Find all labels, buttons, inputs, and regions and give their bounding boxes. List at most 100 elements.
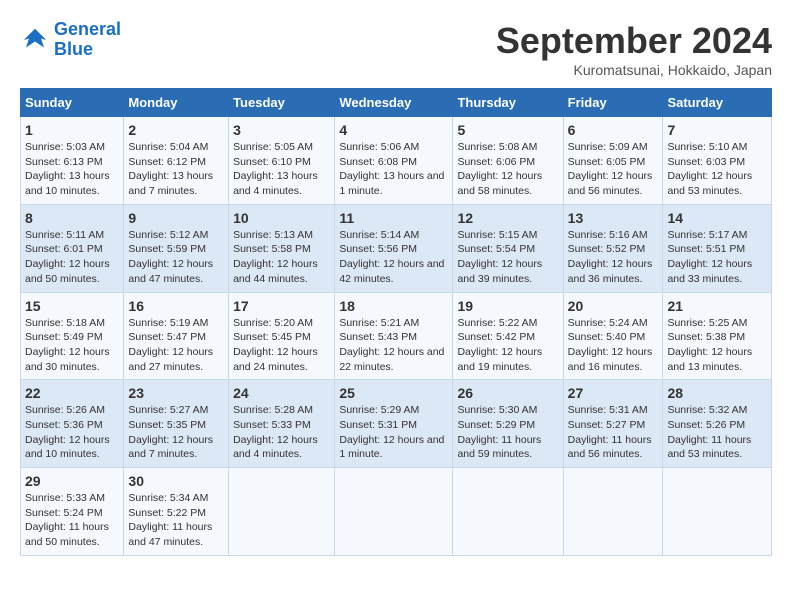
day-number: 4 — [339, 122, 448, 138]
calendar-cell: 2 Sunrise: 5:04 AMSunset: 6:12 PMDayligh… — [124, 117, 229, 205]
day-number: 2 — [128, 122, 224, 138]
day-info: Sunrise: 5:09 AMSunset: 6:05 PMDaylight:… — [568, 140, 659, 199]
day-info: Sunrise: 5:33 AMSunset: 5:24 PMDaylight:… — [25, 491, 119, 550]
day-info: Sunrise: 5:31 AMSunset: 5:27 PMDaylight:… — [568, 403, 659, 462]
day-info: Sunrise: 5:10 AMSunset: 6:03 PMDaylight:… — [667, 140, 767, 199]
calendar-table: Sunday Monday Tuesday Wednesday Thursday… — [20, 88, 772, 556]
day-number: 1 — [25, 122, 119, 138]
title-block: September 2024 Kuromatsunai, Hokkaido, J… — [496, 20, 772, 78]
day-number: 19 — [457, 298, 558, 314]
col-sunday: Sunday — [21, 89, 124, 117]
calendar-cell: 6 Sunrise: 5:09 AMSunset: 6:05 PMDayligh… — [563, 117, 663, 205]
day-info: Sunrise: 5:28 AMSunset: 5:33 PMDaylight:… — [233, 403, 330, 462]
day-number: 15 — [25, 298, 119, 314]
day-number: 21 — [667, 298, 767, 314]
day-number: 25 — [339, 385, 448, 401]
calendar-cell: 21 Sunrise: 5:25 AMSunset: 5:38 PMDaylig… — [663, 292, 772, 380]
calendar-row: 1 Sunrise: 5:03 AMSunset: 6:13 PMDayligh… — [21, 117, 772, 205]
day-number: 6 — [568, 122, 659, 138]
calendar-cell: 11 Sunrise: 5:14 AMSunset: 5:56 PMDaylig… — [335, 204, 453, 292]
day-info: Sunrise: 5:12 AMSunset: 5:59 PMDaylight:… — [128, 228, 224, 287]
logo-icon — [20, 25, 50, 55]
day-number: 14 — [667, 210, 767, 226]
calendar-cell: 16 Sunrise: 5:19 AMSunset: 5:47 PMDaylig… — [124, 292, 229, 380]
day-number: 23 — [128, 385, 224, 401]
day-number: 10 — [233, 210, 330, 226]
day-info: Sunrise: 5:11 AMSunset: 6:01 PMDaylight:… — [25, 228, 119, 287]
calendar-cell: 10 Sunrise: 5:13 AMSunset: 5:58 PMDaylig… — [229, 204, 335, 292]
day-number: 29 — [25, 473, 119, 489]
calendar-cell: 22 Sunrise: 5:26 AMSunset: 5:36 PMDaylig… — [21, 380, 124, 468]
day-info: Sunrise: 5:24 AMSunset: 5:40 PMDaylight:… — [568, 316, 659, 375]
day-number: 8 — [25, 210, 119, 226]
day-number: 16 — [128, 298, 224, 314]
day-info: Sunrise: 5:25 AMSunset: 5:38 PMDaylight:… — [667, 316, 767, 375]
calendar-cell — [563, 468, 663, 556]
day-info: Sunrise: 5:22 AMSunset: 5:42 PMDaylight:… — [457, 316, 558, 375]
calendar-cell: 14 Sunrise: 5:17 AMSunset: 5:51 PMDaylig… — [663, 204, 772, 292]
day-info: Sunrise: 5:32 AMSunset: 5:26 PMDaylight:… — [667, 403, 767, 462]
day-number: 20 — [568, 298, 659, 314]
day-info: Sunrise: 5:29 AMSunset: 5:31 PMDaylight:… — [339, 403, 448, 462]
day-info: Sunrise: 5:04 AMSunset: 6:12 PMDaylight:… — [128, 140, 224, 199]
calendar-cell: 12 Sunrise: 5:15 AMSunset: 5:54 PMDaylig… — [453, 204, 563, 292]
day-number: 12 — [457, 210, 558, 226]
day-info: Sunrise: 5:08 AMSunset: 6:06 PMDaylight:… — [457, 140, 558, 199]
location: Kuromatsunai, Hokkaido, Japan — [496, 62, 772, 78]
day-info: Sunrise: 5:34 AMSunset: 5:22 PMDaylight:… — [128, 491, 224, 550]
day-number: 11 — [339, 210, 448, 226]
calendar-cell: 27 Sunrise: 5:31 AMSunset: 5:27 PMDaylig… — [563, 380, 663, 468]
day-number: 30 — [128, 473, 224, 489]
calendar-cell: 3 Sunrise: 5:05 AMSunset: 6:10 PMDayligh… — [229, 117, 335, 205]
day-number: 13 — [568, 210, 659, 226]
col-monday: Monday — [124, 89, 229, 117]
day-info: Sunrise: 5:26 AMSunset: 5:36 PMDaylight:… — [25, 403, 119, 462]
day-info: Sunrise: 5:13 AMSunset: 5:58 PMDaylight:… — [233, 228, 330, 287]
logo-text: General Blue — [54, 20, 121, 60]
col-wednesday: Wednesday — [335, 89, 453, 117]
calendar-row: 15 Sunrise: 5:18 AMSunset: 5:49 PMDaylig… — [21, 292, 772, 380]
calendar-cell: 23 Sunrise: 5:27 AMSunset: 5:35 PMDaylig… — [124, 380, 229, 468]
day-info: Sunrise: 5:27 AMSunset: 5:35 PMDaylight:… — [128, 403, 224, 462]
col-saturday: Saturday — [663, 89, 772, 117]
calendar-row: 8 Sunrise: 5:11 AMSunset: 6:01 PMDayligh… — [21, 204, 772, 292]
day-number: 5 — [457, 122, 558, 138]
day-info: Sunrise: 5:21 AMSunset: 5:43 PMDaylight:… — [339, 316, 448, 375]
calendar-cell: 15 Sunrise: 5:18 AMSunset: 5:49 PMDaylig… — [21, 292, 124, 380]
calendar-cell: 28 Sunrise: 5:32 AMSunset: 5:26 PMDaylig… — [663, 380, 772, 468]
month-title: September 2024 — [496, 20, 772, 62]
calendar-cell: 29 Sunrise: 5:33 AMSunset: 5:24 PMDaylig… — [21, 468, 124, 556]
day-number: 17 — [233, 298, 330, 314]
calendar-cell: 25 Sunrise: 5:29 AMSunset: 5:31 PMDaylig… — [335, 380, 453, 468]
day-number: 7 — [667, 122, 767, 138]
calendar-cell: 20 Sunrise: 5:24 AMSunset: 5:40 PMDaylig… — [563, 292, 663, 380]
col-thursday: Thursday — [453, 89, 563, 117]
calendar-cell: 19 Sunrise: 5:22 AMSunset: 5:42 PMDaylig… — [453, 292, 563, 380]
calendar-cell: 5 Sunrise: 5:08 AMSunset: 6:06 PMDayligh… — [453, 117, 563, 205]
calendar-cell: 4 Sunrise: 5:06 AMSunset: 6:08 PMDayligh… — [335, 117, 453, 205]
day-number: 28 — [667, 385, 767, 401]
calendar-cell: 24 Sunrise: 5:28 AMSunset: 5:33 PMDaylig… — [229, 380, 335, 468]
calendar-cell: 30 Sunrise: 5:34 AMSunset: 5:22 PMDaylig… — [124, 468, 229, 556]
calendar-cell — [335, 468, 453, 556]
day-info: Sunrise: 5:18 AMSunset: 5:49 PMDaylight:… — [25, 316, 119, 375]
day-number: 24 — [233, 385, 330, 401]
calendar-cell: 7 Sunrise: 5:10 AMSunset: 6:03 PMDayligh… — [663, 117, 772, 205]
calendar-cell: 8 Sunrise: 5:11 AMSunset: 6:01 PMDayligh… — [21, 204, 124, 292]
calendar-cell — [663, 468, 772, 556]
col-tuesday: Tuesday — [229, 89, 335, 117]
calendar-header-row: Sunday Monday Tuesday Wednesday Thursday… — [21, 89, 772, 117]
day-number: 18 — [339, 298, 448, 314]
calendar-cell: 9 Sunrise: 5:12 AMSunset: 5:59 PMDayligh… — [124, 204, 229, 292]
day-info: Sunrise: 5:03 AMSunset: 6:13 PMDaylight:… — [25, 140, 119, 199]
calendar-cell: 26 Sunrise: 5:30 AMSunset: 5:29 PMDaylig… — [453, 380, 563, 468]
page-header: General Blue September 2024 Kuromatsunai… — [20, 20, 772, 78]
day-info: Sunrise: 5:05 AMSunset: 6:10 PMDaylight:… — [233, 140, 330, 199]
calendar-cell: 18 Sunrise: 5:21 AMSunset: 5:43 PMDaylig… — [335, 292, 453, 380]
day-info: Sunrise: 5:30 AMSunset: 5:29 PMDaylight:… — [457, 403, 558, 462]
calendar-cell: 13 Sunrise: 5:16 AMSunset: 5:52 PMDaylig… — [563, 204, 663, 292]
calendar-cell — [453, 468, 563, 556]
day-info: Sunrise: 5:15 AMSunset: 5:54 PMDaylight:… — [457, 228, 558, 287]
day-info: Sunrise: 5:20 AMSunset: 5:45 PMDaylight:… — [233, 316, 330, 375]
calendar-cell — [229, 468, 335, 556]
